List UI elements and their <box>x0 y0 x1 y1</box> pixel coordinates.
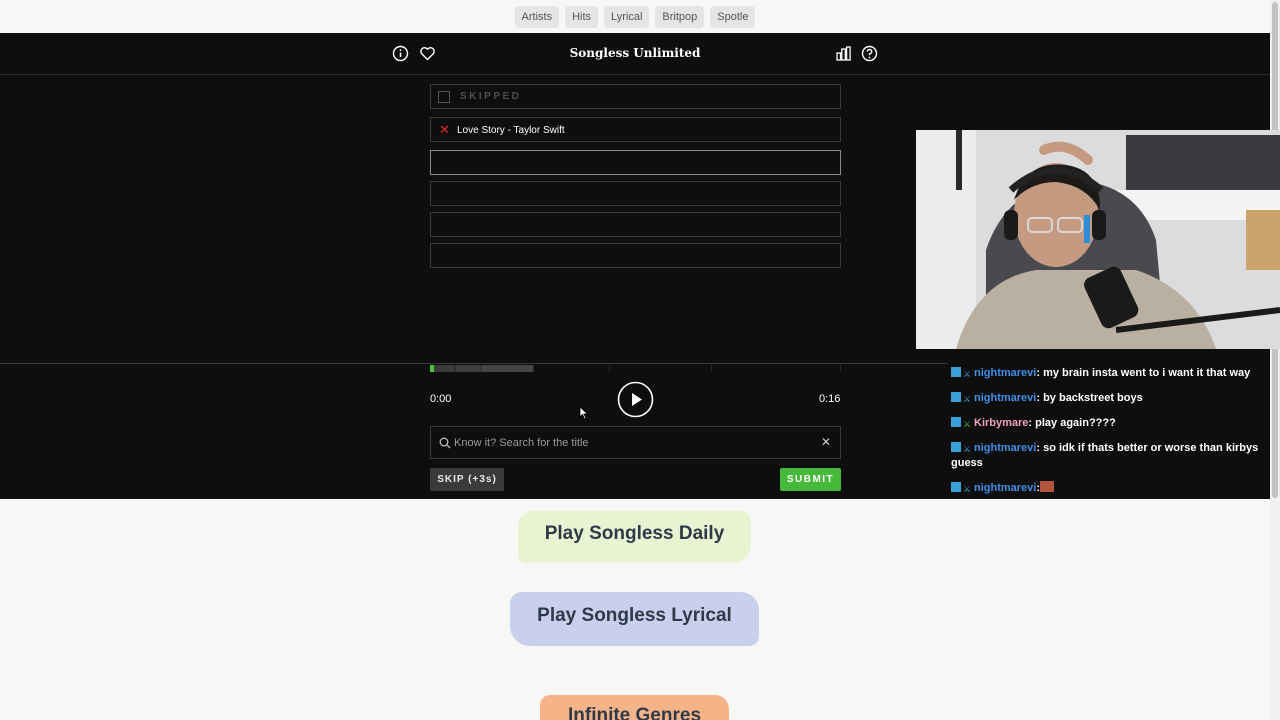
chat-message: ⚔ nightmarevi: so idk if thats better or … <box>951 441 1269 471</box>
mod-badge-icon <box>951 392 961 402</box>
stats-icon[interactable] <box>835 45 852 62</box>
chat-text: : my brain insta went to i want it that … <box>1036 367 1251 379</box>
chat-username: nightmarevi <box>974 482 1037 494</box>
nav-pill-hits[interactable]: Hits <box>565 5 599 28</box>
chat-username: nightmarevi <box>974 442 1037 454</box>
chat-username: Kirbymare <box>974 417 1029 429</box>
play-lyrical-button[interactable]: Play Songless Lyrical <box>510 592 759 646</box>
guess-slot-empty <box>430 212 841 237</box>
guess-slot-current <box>430 150 841 175</box>
chat-username: nightmarevi <box>974 392 1037 404</box>
page-scrollbar[interactable] <box>1270 0 1280 720</box>
stream-chat: ⚔ nightmarevi: my brain insta went to i w… <box>948 350 1270 498</box>
total-time: 0:16 <box>819 393 841 405</box>
guess-slot-wrong: ✕ Love Story - Taylor Swift <box>430 117 841 142</box>
skipped-checkbox-icon <box>438 91 450 103</box>
submit-button[interactable]: SUBMIT <box>780 468 841 491</box>
sword-badge-icon: ⚔ <box>963 394 972 404</box>
progress-tick <box>533 365 534 372</box>
chat-message: ⚔ nightmarevi: <box>951 481 1269 496</box>
progress-tick <box>481 365 482 372</box>
play-daily-button[interactable]: Play Songless Daily <box>518 511 751 563</box>
search-icon <box>439 437 451 449</box>
nav-pill-spotle[interactable]: Spotle <box>710 5 756 28</box>
song-search-input[interactable] <box>454 435 814 451</box>
nav-pill-britpop[interactable]: Britpop <box>655 5 705 28</box>
progress-tick <box>455 365 456 372</box>
nav-pill-artists[interactable]: Artists <box>514 5 560 28</box>
progress-unlocked-segment <box>434 365 456 372</box>
progress-unlocked-segment <box>456 365 482 372</box>
mod-badge-icon <box>951 482 961 492</box>
guess-slot-skipped: SKIPPED <box>430 84 841 109</box>
progress-tick <box>609 365 610 372</box>
wrong-x-icon: ✕ <box>439 122 450 137</box>
mode-nav: Artists Hits Lyrical Britpop Spotle <box>0 0 1270 33</box>
sword-badge-icon: ⚔ <box>963 419 972 429</box>
chat-text: : play again???? <box>1028 417 1116 429</box>
clear-search-icon[interactable]: ✕ <box>821 435 831 449</box>
current-time: 0:00 <box>430 393 452 405</box>
nav-pill-lyrical[interactable]: Lyrical <box>604 5 650 28</box>
guess-slot-empty <box>430 181 841 206</box>
sword-badge-icon: ⚔ <box>963 444 972 454</box>
mod-badge-icon <box>951 417 961 427</box>
mod-badge-icon <box>951 442 961 452</box>
mouse-cursor-icon <box>579 406 589 420</box>
progress-tick <box>840 365 841 372</box>
progress-tick <box>711 365 712 372</box>
song-search-box: ✕ <box>430 426 841 459</box>
streamer-webcam <box>916 130 1280 349</box>
infinite-genres-button[interactable]: Infinite Genres <box>540 695 729 720</box>
guess-slot-empty <box>430 243 841 268</box>
play-button[interactable] <box>617 381 654 418</box>
chat-message: ⚔ nightmarevi: by backstreet boys <box>951 391 1269 406</box>
sword-badge-icon: ⚔ <box>963 369 972 379</box>
progress-unlocked-segment <box>482 365 534 372</box>
chat-username: nightmarevi <box>974 367 1037 379</box>
skipped-label: SKIPPED <box>460 91 522 102</box>
chat-message: ⚔ nightmarevi: my brain insta went to i w… <box>951 366 1269 381</box>
chat-emote-icon <box>1040 481 1055 492</box>
mod-badge-icon <box>951 367 961 377</box>
help-icon[interactable] <box>861 45 878 62</box>
sword-badge-icon: ⚔ <box>963 484 972 494</box>
chat-message: ⚔ Kirbymare: play again???? <box>951 416 1269 431</box>
chat-text: : by backstreet boys <box>1036 392 1143 404</box>
page-title: Songless Unlimited <box>569 46 701 60</box>
skip-button[interactable]: SKIP (+3s) <box>430 468 504 491</box>
game-header: Songless Unlimited <box>0 33 1270 75</box>
wrong-guess-text: Love Story - Taylor Swift <box>457 125 565 136</box>
